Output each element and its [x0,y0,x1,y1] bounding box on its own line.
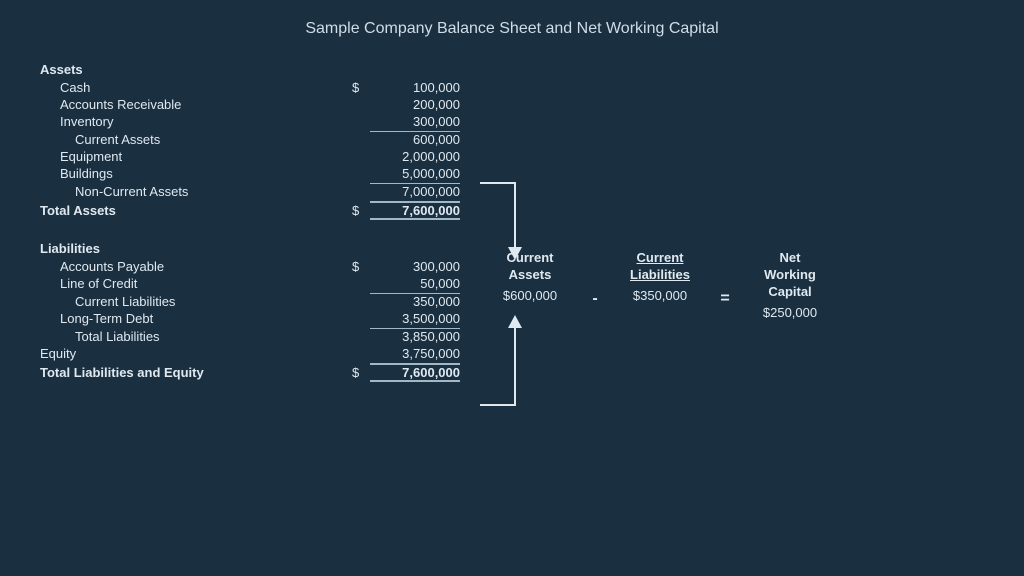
table-row: Buildings 5,000,000 [40,165,460,182]
current-liabilities-row: Current Liabilities 350,000 [40,292,460,310]
row-label: Long-Term Debt [60,311,352,326]
table-row: Accounts Receivable 200,000 [40,96,460,113]
nwc-current-liabilities: CurrentLiabilities $350,000 [605,250,715,303]
table-row: Long-Term Debt 3,500,000 [40,310,460,327]
table-row: Equipment 2,000,000 [40,148,460,165]
total-liabilities-equity-row: Total Liabilities and Equity $ 7,600,000 [40,362,460,383]
row-label: Current Liabilities [75,294,352,309]
minus-operator: - [585,290,605,308]
equals-operator: = [715,290,735,308]
assets-header: Assets [40,62,460,77]
table-row: Inventory 300,000 [40,113,460,130]
nwc-net-working-capital: NetWorkingCapital $250,000 [735,250,845,320]
nwc-current-assets: CurrentAssets $600,000 [475,250,585,303]
row-label: Total Assets [40,203,352,218]
row-label: Inventory [60,114,352,129]
row-label: Total Liabilities and Equity [40,365,352,380]
page-title: Sample Company Balance Sheet and Net Wor… [40,20,984,38]
equity-row: Equity 3,750,000 [40,345,460,362]
row-label: Total Liabilities [75,329,352,344]
row-label: Accounts Payable [60,259,352,274]
total-assets-row: Total Assets $ 7,600,000 [40,200,460,221]
row-label: Equipment [60,149,352,164]
liabilities-header: Liabilities [40,241,460,256]
current-assets-row: Current Assets 600,000 [40,130,460,148]
row-label: Cash [60,80,352,95]
table-row: Line of Credit 50,000 [40,275,460,292]
non-current-assets-row: Non-Current Assets 7,000,000 [40,182,460,200]
table-row: Cash $ 100,000 [40,79,460,96]
nwc-cl-title: CurrentLiabilities [605,250,715,284]
diagram-area: CurrentAssets $600,000 - CurrentLiabilit… [420,55,1000,535]
total-liabilities-row: Total Liabilities 3,850,000 [40,327,460,345]
table-row: Accounts Payable $ 300,000 [40,258,460,275]
main-container: Sample Company Balance Sheet and Net Wor… [0,0,1024,576]
row-label: Equity [40,346,352,361]
nwc-cl-value: $350,000 [605,288,715,303]
nwc-nwc-title: NetWorkingCapital [735,250,845,301]
balance-sheet: Assets Cash $ 100,000 Accounts Receivabl… [40,56,460,383]
nwc-ca-value: $600,000 [475,288,585,303]
row-label: Non-Current Assets [75,184,352,199]
row-label: Line of Credit [60,276,352,291]
nwc-ca-title: CurrentAssets [475,250,585,284]
nwc-nwc-value: $250,000 [735,305,845,320]
nwc-diagram: CurrentAssets $600,000 - CurrentLiabilit… [475,250,845,320]
row-label: Current Assets [75,132,352,147]
row-label: Buildings [60,166,352,181]
row-label: Accounts Receivable [60,97,352,112]
